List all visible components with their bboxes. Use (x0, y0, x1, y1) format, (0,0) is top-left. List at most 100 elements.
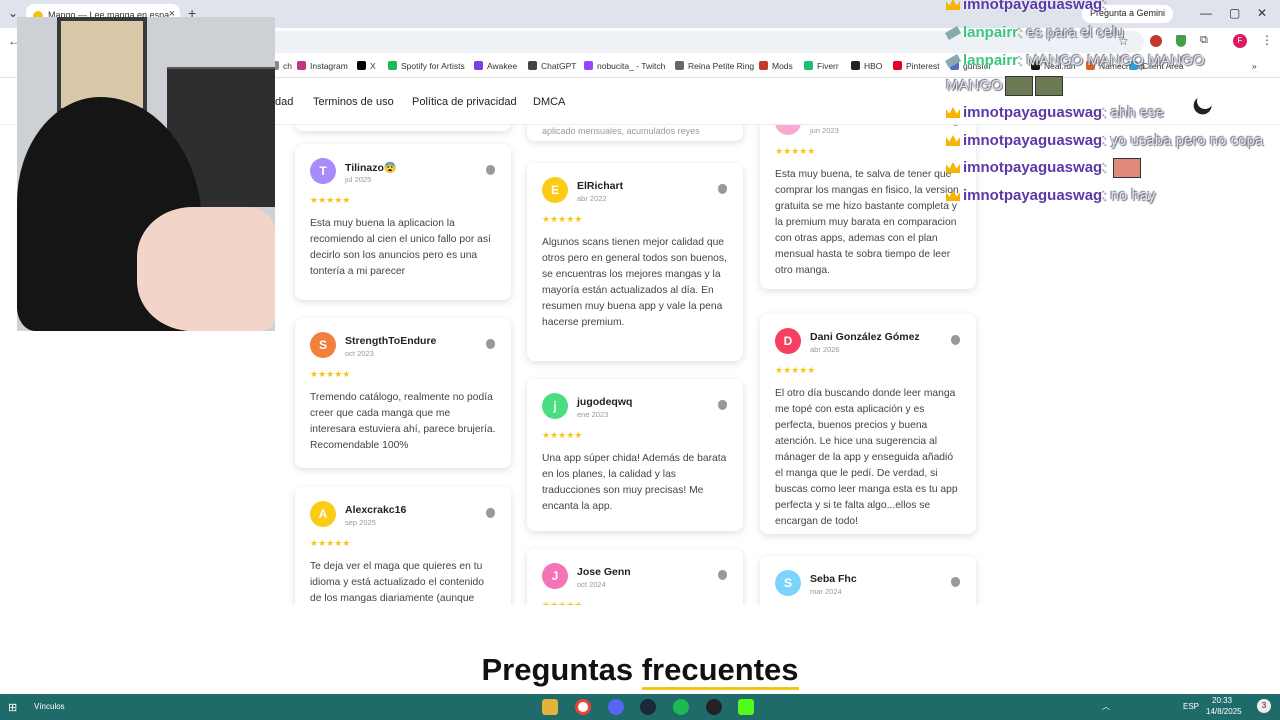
shield-icon[interactable] (1176, 35, 1186, 47)
reviewer-name: Seba Fhc (810, 573, 857, 585)
extension-icon[interactable] (1150, 35, 1162, 47)
bookmark-label: Mods (772, 61, 793, 71)
bookmark-label: ChatGPT (541, 61, 577, 71)
faq-word-1: Preguntas (481, 652, 634, 687)
sword-badge-icon (944, 54, 962, 68)
faq-word-2: frecuentes (641, 652, 799, 690)
bookmark-label: Spotify for Artists (401, 61, 465, 71)
clock-time[interactable]: 20:33 (1212, 696, 1232, 705)
bookmark-item[interactable]: Awakee (474, 61, 517, 71)
bookmark-item[interactable]: Fiverr (804, 61, 839, 71)
chat-text: ahh ese (1110, 104, 1164, 121)
bookmarks-overflow-icon[interactable]: » (1252, 61, 1257, 71)
reviewer-avatar: S (310, 332, 336, 358)
apple-icon (486, 508, 495, 518)
bookmark-item[interactable]: Instagram (297, 61, 348, 71)
reviewer-name: ElRichart (577, 180, 624, 192)
file-explorer-icon[interactable] (542, 699, 558, 715)
bookmark-item[interactable]: Mods (759, 61, 793, 71)
reviewer-name: StrengthToEndure (345, 335, 437, 347)
chat-text: MANGO MANGO MANGO (1026, 52, 1205, 69)
chat-separator: : (1102, 0, 1107, 13)
discord-icon[interactable] (608, 699, 624, 715)
chat-separator: : (1102, 104, 1111, 121)
obs-icon[interactable] (706, 699, 722, 715)
apple-icon (951, 125, 960, 126)
review-date: jun 2023 (810, 126, 839, 135)
bookmark-favicon-icon (388, 61, 397, 70)
crown-badge-icon (946, 161, 960, 173)
windows-start-icon[interactable]: ⊞ (8, 701, 17, 714)
chat-username: lanpairr (963, 52, 1019, 69)
chat-message: lanpairr: MANGO MANGO MANGO (944, 52, 1205, 69)
bookmark-item[interactable]: Reina Petite Ring (675, 61, 754, 71)
bookmark-favicon-icon (357, 61, 366, 70)
webcam-overlay (17, 17, 275, 331)
reviewer-avatar: T (310, 158, 336, 184)
puzzle-icon[interactable]: ⧉ (1200, 34, 1208, 47)
bookmark-item[interactable]: Pinterest (893, 61, 940, 71)
bookmark-label: ch (283, 61, 292, 71)
bookmark-item[interactable]: ChatGPT (528, 61, 576, 71)
taskbar-links-label[interactable]: Vínculos (34, 702, 65, 711)
star-rating: ★★★★★ (310, 369, 351, 379)
chat-text: es para el celu (1026, 24, 1124, 41)
bookmark-label: Reina Petite Ring (688, 61, 755, 71)
nav-link-terms[interactable]: Terminos de uso (313, 96, 394, 108)
bookmark-favicon-icon (528, 61, 537, 70)
nav-link-privacy[interactable]: Política de privacidad (412, 96, 517, 108)
close-window-icon[interactable]: ✕ (1257, 6, 1267, 20)
bookmark-label: Awakee (487, 61, 518, 71)
star-rating: ★★★★★ (542, 600, 583, 605)
steam-icon[interactable] (640, 699, 656, 715)
nav-link-partial[interactable]: dad (275, 96, 293, 108)
bookmark-label: Fiverr (817, 61, 839, 71)
notification-badge[interactable]: 3 (1257, 699, 1271, 713)
chat-separator: : (1102, 187, 1111, 204)
person-hand (137, 207, 275, 331)
bookmark-favicon-icon (893, 61, 902, 70)
review-card: S Seba Fhc mar 2024 (760, 556, 976, 605)
bookmark-item[interactable]: nobucita_ - Twitch (584, 61, 665, 71)
bookmark-label: X (370, 61, 376, 71)
review-date: ene 2023 (577, 410, 609, 419)
review-card: jun 2023 ★★★★★ Esta muy buena, te salva de… (760, 125, 976, 289)
reviewer-name: jugodeqwq (577, 396, 633, 408)
chat-text: yo usaba pero no copa (1110, 132, 1264, 149)
chat-separator: : (1102, 158, 1111, 176)
chat-username: imnotpayaguaswag (963, 187, 1103, 204)
menu-icon[interactable]: ⋮ (1261, 33, 1273, 47)
bookmark-item[interactable]: Spotify for Artists (388, 61, 465, 71)
nav-link-dmca[interactable]: DMCA (533, 96, 565, 108)
bookmark-item[interactable]: X (357, 61, 376, 71)
kick-icon[interactable] (738, 699, 754, 715)
review-date: jul 2025 (345, 175, 372, 184)
chat-emote (1004, 76, 1033, 96)
apple-icon (718, 400, 727, 410)
chrome-icon[interactable] (575, 699, 591, 715)
language-indicator[interactable]: ESP (1183, 702, 1199, 711)
minimize-icon[interactable]: — (1200, 6, 1212, 20)
star-rating: ★★★★★ (542, 214, 583, 224)
bookmark-favicon-icon (297, 61, 306, 70)
review-text: Una app súper chida! Además de barata en… (542, 453, 727, 512)
chat-message: MANGO (946, 76, 1063, 96)
apple-icon (718, 570, 727, 580)
maximize-icon[interactable]: ▢ (1229, 6, 1240, 20)
clock-date[interactable]: 14/8/2025 (1206, 707, 1242, 716)
chat-emote (1112, 158, 1141, 178)
profile-avatar[interactable]: F (1233, 34, 1247, 48)
reviewer-name: Alexcrakc16 (345, 504, 407, 516)
apple-icon (951, 577, 960, 587)
review-date: oct 2023 (345, 349, 374, 358)
crown-badge-icon (946, 107, 960, 118)
spotify-icon[interactable] (673, 699, 689, 715)
review-text: Algunos scans tienen mejor calidad que o… (542, 237, 727, 328)
reviewer-name: Tilinazo😨 (345, 162, 397, 174)
bookmark-label: Pinterest (906, 61, 940, 71)
faq-heading: Preguntas frecuentes (0, 652, 1280, 690)
bookmark-item[interactable]: HBO (851, 61, 882, 71)
tray-chevron-icon[interactable]: ︿ (1102, 701, 1110, 712)
apple-icon (486, 339, 495, 349)
chat-separator: : (1102, 132, 1111, 149)
